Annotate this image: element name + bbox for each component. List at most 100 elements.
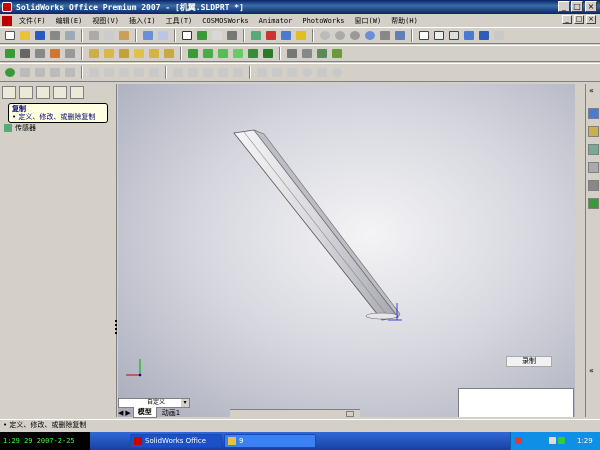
tab-model[interactable]: 模型 xyxy=(132,407,157,418)
curve-icon[interactable] xyxy=(315,47,329,60)
doc-close-button[interactable]: × xyxy=(586,15,596,24)
maximize-button[interactable]: □ xyxy=(571,1,583,12)
wireframe-icon[interactable] xyxy=(417,29,431,42)
model-canvas[interactable] xyxy=(118,84,575,417)
appearance-tab[interactable] xyxy=(53,86,67,99)
hidden-removed-icon[interactable] xyxy=(447,29,461,42)
menu-edit[interactable]: 编辑(E) xyxy=(51,16,88,26)
appearances-icon[interactable] xyxy=(588,198,599,209)
shaded-icon[interactable] xyxy=(477,29,491,42)
horizontal-scrollbar[interactable] xyxy=(230,409,360,417)
save-icon[interactable] xyxy=(33,29,47,42)
hidden-lines-icon[interactable] xyxy=(432,29,446,42)
reference-plane-icon[interactable] xyxy=(285,47,299,60)
search-icon[interactable] xyxy=(588,162,599,173)
file-explorer-icon[interactable] xyxy=(588,144,599,155)
linear-pattern-icon[interactable] xyxy=(171,66,185,79)
print-icon[interactable] xyxy=(48,29,62,42)
doc-restore-button[interactable]: □ xyxy=(574,15,584,24)
chevron-down-icon[interactable]: « xyxy=(589,366,594,375)
circular-pattern-icon[interactable] xyxy=(186,66,200,79)
menu-help[interactable]: 帮助(H) xyxy=(386,16,423,26)
new-icon[interactable] xyxy=(3,29,17,42)
fillet-icon[interactable] xyxy=(147,47,161,60)
options-icon[interactable] xyxy=(225,29,239,42)
extrude-icon[interactable] xyxy=(87,47,101,60)
doc-minimize-button[interactable]: _ xyxy=(562,15,572,24)
select-icon[interactable] xyxy=(180,29,194,42)
trim-icon[interactable] xyxy=(48,66,62,79)
copy-feature-icon[interactable] xyxy=(3,66,17,79)
circle-icon[interactable] xyxy=(300,66,314,79)
undo-icon[interactable] xyxy=(141,29,155,42)
offset-icon[interactable] xyxy=(33,66,47,79)
design-library-icon[interactable] xyxy=(588,126,599,137)
pan-icon[interactable] xyxy=(378,29,392,42)
mirror-sketch-icon[interactable] xyxy=(18,66,32,79)
configuration-tab[interactable] xyxy=(36,86,50,99)
chevron-down-icon[interactable]: ▾ xyxy=(181,399,189,407)
rebuild-icon[interactable] xyxy=(195,29,209,42)
stretch-icon[interactable] xyxy=(132,66,146,79)
zoom-icon[interactable] xyxy=(333,29,347,42)
menu-file[interactable]: 文件(F) xyxy=(14,16,51,26)
polygon-icon[interactable] xyxy=(315,66,329,79)
view-orientation-icon[interactable] xyxy=(393,29,407,42)
chamfer-icon[interactable] xyxy=(162,47,176,60)
taskbar-item-folder[interactable]: 9 xyxy=(224,434,316,448)
sketch-icon[interactable] xyxy=(3,47,17,60)
wing-model[interactable] xyxy=(233,129,402,321)
rotate-icon[interactable] xyxy=(363,29,377,42)
move-icon[interactable] xyxy=(87,66,101,79)
menu-photoworks[interactable]: PhotoWorks xyxy=(297,17,349,25)
rib-icon[interactable] xyxy=(201,47,215,60)
tray-app-icon[interactable] xyxy=(515,437,522,444)
rotate-entity-icon[interactable] xyxy=(102,66,116,79)
view-palette-icon[interactable] xyxy=(279,29,293,42)
feature-tree-tab[interactable] xyxy=(2,86,16,99)
revolve-icon[interactable] xyxy=(102,47,116,60)
relation-icon[interactable] xyxy=(63,47,77,60)
pattern-icon[interactable] xyxy=(246,47,260,60)
hole-icon[interactable] xyxy=(231,47,245,60)
light-icon[interactable] xyxy=(294,29,308,42)
menu-insert[interactable]: 插入(I) xyxy=(124,16,161,26)
network-icon[interactable] xyxy=(558,437,565,444)
spline-icon[interactable] xyxy=(330,47,344,60)
record-button[interactable]: 录制 xyxy=(506,356,552,367)
close-button[interactable]: × xyxy=(585,1,597,12)
zoom-fit-icon[interactable] xyxy=(318,29,332,42)
shell-icon[interactable] xyxy=(186,47,200,60)
view-palette-pane-icon[interactable] xyxy=(588,180,599,191)
split-icon[interactable] xyxy=(201,66,215,79)
scale-icon[interactable] xyxy=(117,66,131,79)
display-tab[interactable] xyxy=(70,86,84,99)
rectangle-icon[interactable] xyxy=(33,47,47,60)
arc-icon[interactable] xyxy=(285,66,299,79)
extend-icon[interactable] xyxy=(63,66,77,79)
ellipse-icon[interactable] xyxy=(330,66,344,79)
text-icon[interactable] xyxy=(231,66,245,79)
mirror-icon[interactable] xyxy=(261,47,275,60)
point-icon[interactable] xyxy=(270,66,284,79)
loft-icon[interactable] xyxy=(132,47,146,60)
draft-icon[interactable] xyxy=(216,47,230,60)
grid-icon[interactable] xyxy=(249,29,263,42)
menu-tools[interactable]: 工具(T) xyxy=(161,16,198,26)
scroll-thumb[interactable] xyxy=(346,411,354,417)
dimension-icon[interactable] xyxy=(48,47,62,60)
paste-icon[interactable] xyxy=(117,29,131,42)
tab-animation1[interactable]: 动画1 xyxy=(159,408,183,418)
resources-icon[interactable] xyxy=(588,108,599,119)
section-view-icon[interactable] xyxy=(492,29,506,42)
tab-scroll-right-icon[interactable]: ▶ xyxy=(125,409,130,417)
speaker-icon[interactable] xyxy=(549,437,556,444)
cut-icon[interactable] xyxy=(87,29,101,42)
chevron-up-icon[interactable]: « xyxy=(589,86,594,95)
zoom-area-icon[interactable] xyxy=(348,29,362,42)
centerline-icon[interactable] xyxy=(255,66,269,79)
tab-scroll-left-icon[interactable]: ◀ xyxy=(118,409,123,417)
print-preview-icon[interactable] xyxy=(63,29,77,42)
tree-item-sensors[interactable]: 传感器 xyxy=(4,122,36,134)
line-icon[interactable] xyxy=(18,47,32,60)
